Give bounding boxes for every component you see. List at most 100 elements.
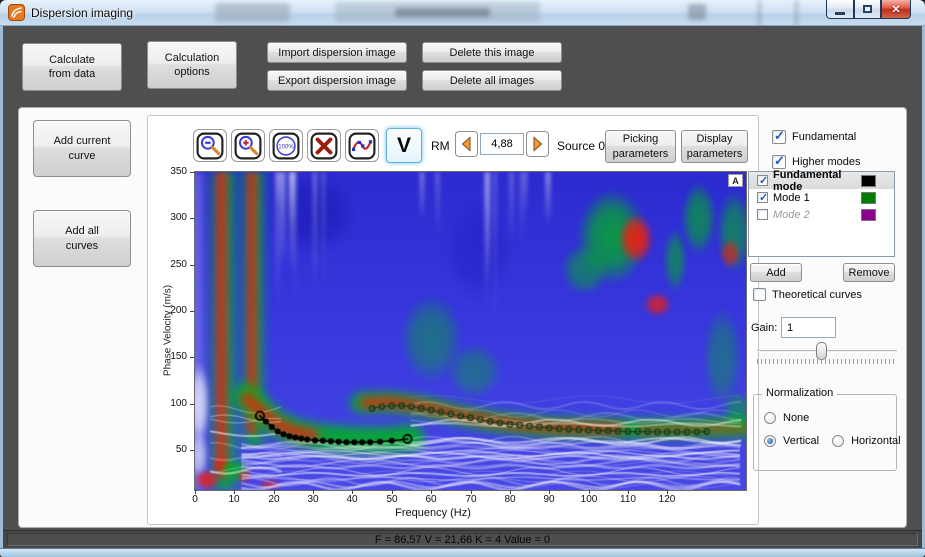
gain-slider-thumb[interactable] [816, 342, 827, 360]
x-tick-label: 80 [495, 494, 525, 505]
x-tick-label: 0 [180, 494, 210, 505]
close-button[interactable]: ✕ [881, 0, 911, 19]
higher-modes-checkbox-label: Higher modes [792, 156, 860, 168]
x-tick-label: 50 [377, 494, 407, 505]
gain-slider-track[interactable] [757, 350, 897, 352]
background-blur [215, 3, 290, 22]
plot-corner-button[interactable]: A [728, 174, 743, 187]
x-tick-label: 30 [298, 494, 328, 505]
window-edge [0, 26, 3, 548]
zoom-in-button[interactable] [231, 129, 265, 162]
zoom-out-icon [196, 132, 224, 160]
mode-list-item[interactable]: Fundamental mode [749, 172, 894, 189]
delete-picks-button[interactable] [307, 129, 341, 162]
mode-list[interactable]: Fundamental mode Mode 1 Mode 2 [748, 171, 895, 257]
gain-label: Gain: [751, 322, 777, 334]
normalization-none-radio[interactable] [764, 412, 776, 424]
maximize-icon [863, 5, 872, 13]
title-bar: Dispersion imaging ✕ [0, 0, 925, 26]
mode-list-item[interactable]: Mode 2 [749, 206, 894, 223]
x-tick-label: 60 [416, 494, 446, 505]
calculate-from-data-button[interactable]: Calculate from data [22, 43, 122, 91]
status-text: F = 86,57 V = 21,66 K = 4 Value = 0 [375, 534, 550, 546]
y-tick-label: 300 [161, 212, 187, 223]
mode-color-swatch [861, 192, 876, 204]
x-tick-label: 90 [534, 494, 564, 505]
calculation-options-button[interactable]: Calculation options [147, 41, 237, 89]
window: Dispersion imaging ✕ Calculate from data… [0, 0, 925, 557]
y-tick-label: 150 [161, 351, 187, 362]
dispersion-heatmap[interactable] [195, 172, 746, 490]
normalization-title: Normalization [762, 387, 837, 399]
app-icon [8, 4, 25, 21]
gain-field[interactable]: 1 [781, 317, 836, 338]
x-tick-label: 40 [337, 494, 367, 505]
delete-this-image-button[interactable]: Delete this image [422, 42, 562, 63]
normalization-none-label: None [783, 412, 809, 424]
y-axis-label: Phase Velocity (m/s) [163, 275, 174, 387]
x-tick-label: 120 [652, 494, 682, 505]
delete-all-images-button[interactable]: Delete all images [422, 70, 562, 91]
mode-list-item[interactable]: Mode 1 [749, 189, 894, 206]
theoretical-curves-checkbox[interactable] [753, 288, 766, 301]
status-bar: F = 86,57 V = 21,66 K = 4 Value = 0 [3, 530, 922, 548]
normalization-vertical-label: Vertical [783, 435, 819, 447]
import-dispersion-image-button[interactable]: Import dispersion image [267, 42, 407, 63]
gain-slider-ticks [757, 359, 897, 364]
x-tick-label: 110 [613, 494, 643, 505]
y-tick-label: 200 [161, 305, 187, 316]
background-blur [758, 0, 761, 26]
display-parameters-button[interactable]: Display parameters [681, 130, 748, 163]
svg-text:100%: 100% [278, 144, 294, 150]
add-current-curve-button[interactable]: Add current curve [33, 120, 131, 177]
higher-modes-checkbox[interactable] [772, 155, 786, 169]
normalization-horizontal-radio[interactable] [832, 435, 844, 447]
zoom-in-icon [234, 132, 262, 160]
rm-value-field[interactable]: 4,88 [480, 133, 524, 155]
red-cross-icon [310, 132, 338, 160]
normalization-horizontal-label: Horizontal [851, 435, 901, 447]
x-tick-label: 10 [219, 494, 249, 505]
y-tick-label: 250 [161, 259, 187, 270]
export-dispersion-image-button[interactable]: Export dispersion image [267, 70, 407, 91]
minimize-icon [835, 12, 845, 15]
mode-checkbox[interactable] [757, 175, 768, 186]
x-tick-label: 70 [456, 494, 486, 505]
curve-picking-button[interactable] [345, 129, 379, 162]
fundamental-checkbox[interactable] [772, 130, 786, 144]
mode-checkbox[interactable] [757, 192, 768, 203]
v-mode-button[interactable]: V [386, 128, 422, 163]
zoom-100-button[interactable]: 100% [269, 129, 303, 162]
add-all-curves-button[interactable]: Add all curves [33, 210, 131, 267]
normalization-vertical-radio[interactable] [764, 435, 776, 447]
maximize-button[interactable] [854, 0, 881, 19]
arrow-right-icon [530, 135, 545, 153]
window-edge [0, 548, 925, 557]
mode-checkbox[interactable] [757, 209, 768, 220]
x-tick-label: 20 [259, 494, 289, 505]
mode-color-swatch [861, 209, 876, 221]
x-tick-label: 100 [574, 494, 604, 505]
x-axis-label: Frequency (Hz) [373, 507, 493, 519]
source-previous-button[interactable] [455, 131, 478, 157]
rm-label: RM [431, 139, 450, 153]
source-label: Source 0 [557, 139, 605, 153]
window-title: Dispersion imaging [31, 6, 133, 20]
zoom-100-icon: 100% [272, 132, 300, 160]
normalization-group: Normalization None Vertical Horizontal [753, 394, 897, 471]
minimize-button[interactable] [826, 0, 854, 19]
remove-mode-button[interactable]: Remove [843, 263, 895, 282]
picking-parameters-button[interactable]: Picking parameters [605, 130, 676, 163]
add-mode-button[interactable]: Add [750, 263, 802, 282]
background-blur [395, 8, 490, 17]
source-next-button[interactable] [526, 131, 549, 157]
y-tick-label: 100 [161, 398, 187, 409]
status-inset: F = 86,57 V = 21,66 K = 4 Value = 0 [7, 533, 918, 546]
background-blur [688, 4, 706, 20]
arrow-left-icon [459, 135, 474, 153]
background-blur [795, 0, 798, 26]
theoretical-curves-label: Theoretical curves [772, 289, 862, 301]
y-tick-label: 50 [161, 444, 187, 455]
curve-icon [348, 132, 376, 160]
zoom-out-button[interactable] [193, 129, 227, 162]
